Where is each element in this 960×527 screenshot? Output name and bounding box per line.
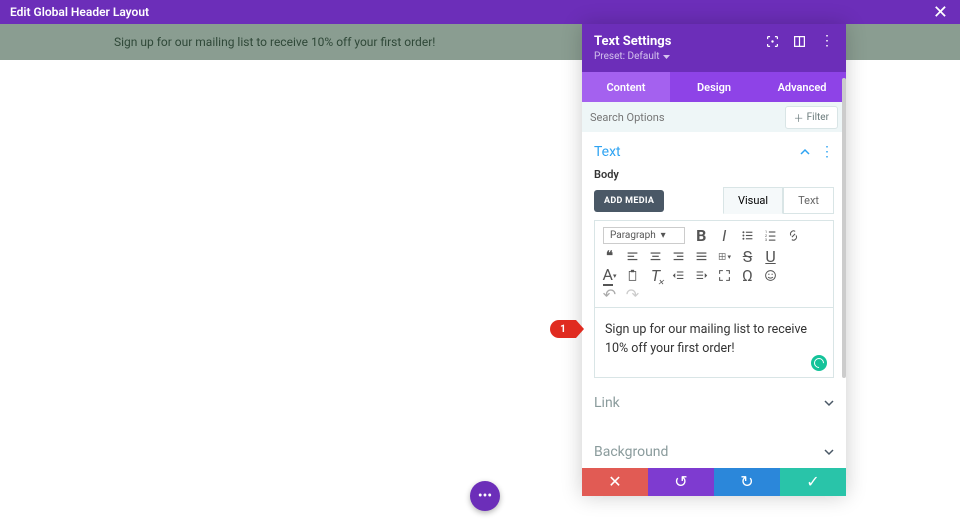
focus-icon[interactable] [766, 35, 779, 48]
special-char-icon[interactable]: Ω [741, 269, 754, 282]
outdent-icon[interactable] [672, 269, 685, 282]
tab-advanced[interactable]: Advanced [758, 72, 846, 102]
fab-menu-button[interactable]: ••• [470, 481, 500, 511]
cancel-button[interactable]: ✕ [582, 468, 648, 496]
chevron-up-icon[interactable] [800, 147, 810, 157]
layout-icon[interactable] [793, 35, 806, 48]
align-left-icon[interactable] [626, 250, 639, 263]
strikethrough-icon[interactable]: S [741, 250, 754, 263]
align-justify-icon[interactable] [695, 250, 708, 263]
underline-icon[interactable]: U [764, 250, 777, 263]
visual-tab[interactable]: Visual [723, 187, 783, 214]
text-tab[interactable]: Text [783, 187, 834, 214]
redo-icon[interactable]: ↷ [626, 288, 639, 301]
tab-design[interactable]: Design [670, 72, 758, 102]
undo-icon[interactable]: ↶ [603, 288, 616, 301]
align-right-icon[interactable] [672, 250, 685, 263]
panel-header: Text Settings Preset: Default ⋮ [582, 24, 846, 72]
preset-label: Preset: Default [594, 51, 660, 62]
fullscreen-icon[interactable] [718, 269, 731, 282]
clear-format-icon[interactable]: T✕ [649, 269, 662, 282]
table-icon[interactable]: ▾ [718, 250, 731, 263]
panel-tabs: Content Design Advanced [582, 72, 846, 102]
svg-text:3: 3 [765, 237, 768, 242]
search-input[interactable] [590, 111, 777, 124]
panel-footer: ✕ ↺ ↻ ✓ [582, 468, 846, 496]
filter-button[interactable]: ＋Filter [785, 106, 838, 129]
add-media-button[interactable]: ADD MEDIA [594, 190, 664, 212]
background-section[interactable]: Background [594, 427, 834, 468]
scrollbar[interactable] [842, 78, 846, 378]
link-label: Link [594, 395, 620, 411]
chevron-down-icon [824, 398, 834, 408]
chevron-down-icon [824, 447, 834, 457]
bullet-list-icon[interactable] [741, 229, 754, 242]
editor-textarea[interactable]: Sign up for our mailing list to receive … [594, 308, 834, 378]
callout-number: 1 [550, 320, 576, 338]
close-icon[interactable]: ✕ [933, 2, 948, 23]
bold-icon[interactable]: B [695, 229, 708, 242]
confirm-button[interactable]: ✓ [780, 468, 846, 496]
section-kebab-icon[interactable]: ⋮ [820, 144, 834, 160]
background-label: Background [594, 444, 668, 460]
body-label: Body [594, 168, 834, 181]
italic-icon[interactable]: I [718, 229, 731, 242]
caret-down-icon [663, 55, 670, 59]
emoji-icon[interactable] [764, 269, 777, 282]
filter-label: Filter [807, 112, 829, 123]
editor-content: Sign up for our mailing list to receive … [605, 322, 807, 356]
callout-pointer: 1 [550, 320, 576, 338]
grammarly-icon[interactable] [811, 355, 827, 371]
link-section[interactable]: Link [594, 378, 834, 427]
quote-icon[interactable]: ❝ [603, 250, 616, 263]
link-icon[interactable] [787, 229, 800, 242]
tab-content[interactable]: Content [582, 72, 670, 102]
align-center-icon[interactable] [649, 250, 662, 263]
kebab-menu-icon[interactable]: ⋮ [820, 34, 834, 48]
settings-panel: Text Settings Preset: Default ⋮ Content … [582, 24, 846, 496]
header-text: Sign up for our mailing list to receive … [114, 35, 435, 49]
paste-icon[interactable] [626, 269, 639, 282]
number-list-icon[interactable]: 123 [764, 229, 777, 242]
textcolor-icon[interactable]: A ▾ [603, 269, 616, 282]
editor-toolbar: Paragraph ▾ B I 123 ❝ ▾ S U A ▾ T✕ [594, 220, 834, 308]
section-text-title: Text [594, 144, 621, 160]
undo-button[interactable]: ↺ [648, 468, 714, 496]
redo-button[interactable]: ↻ [714, 468, 780, 496]
indent-icon[interactable] [695, 269, 708, 282]
paragraph-select[interactable]: Paragraph ▾ [603, 227, 685, 244]
top-bar-title: Edit Global Header Layout [10, 5, 149, 19]
panel-title: Text Settings [594, 34, 671, 49]
preset-dropdown[interactable]: Preset: Default [594, 51, 671, 62]
